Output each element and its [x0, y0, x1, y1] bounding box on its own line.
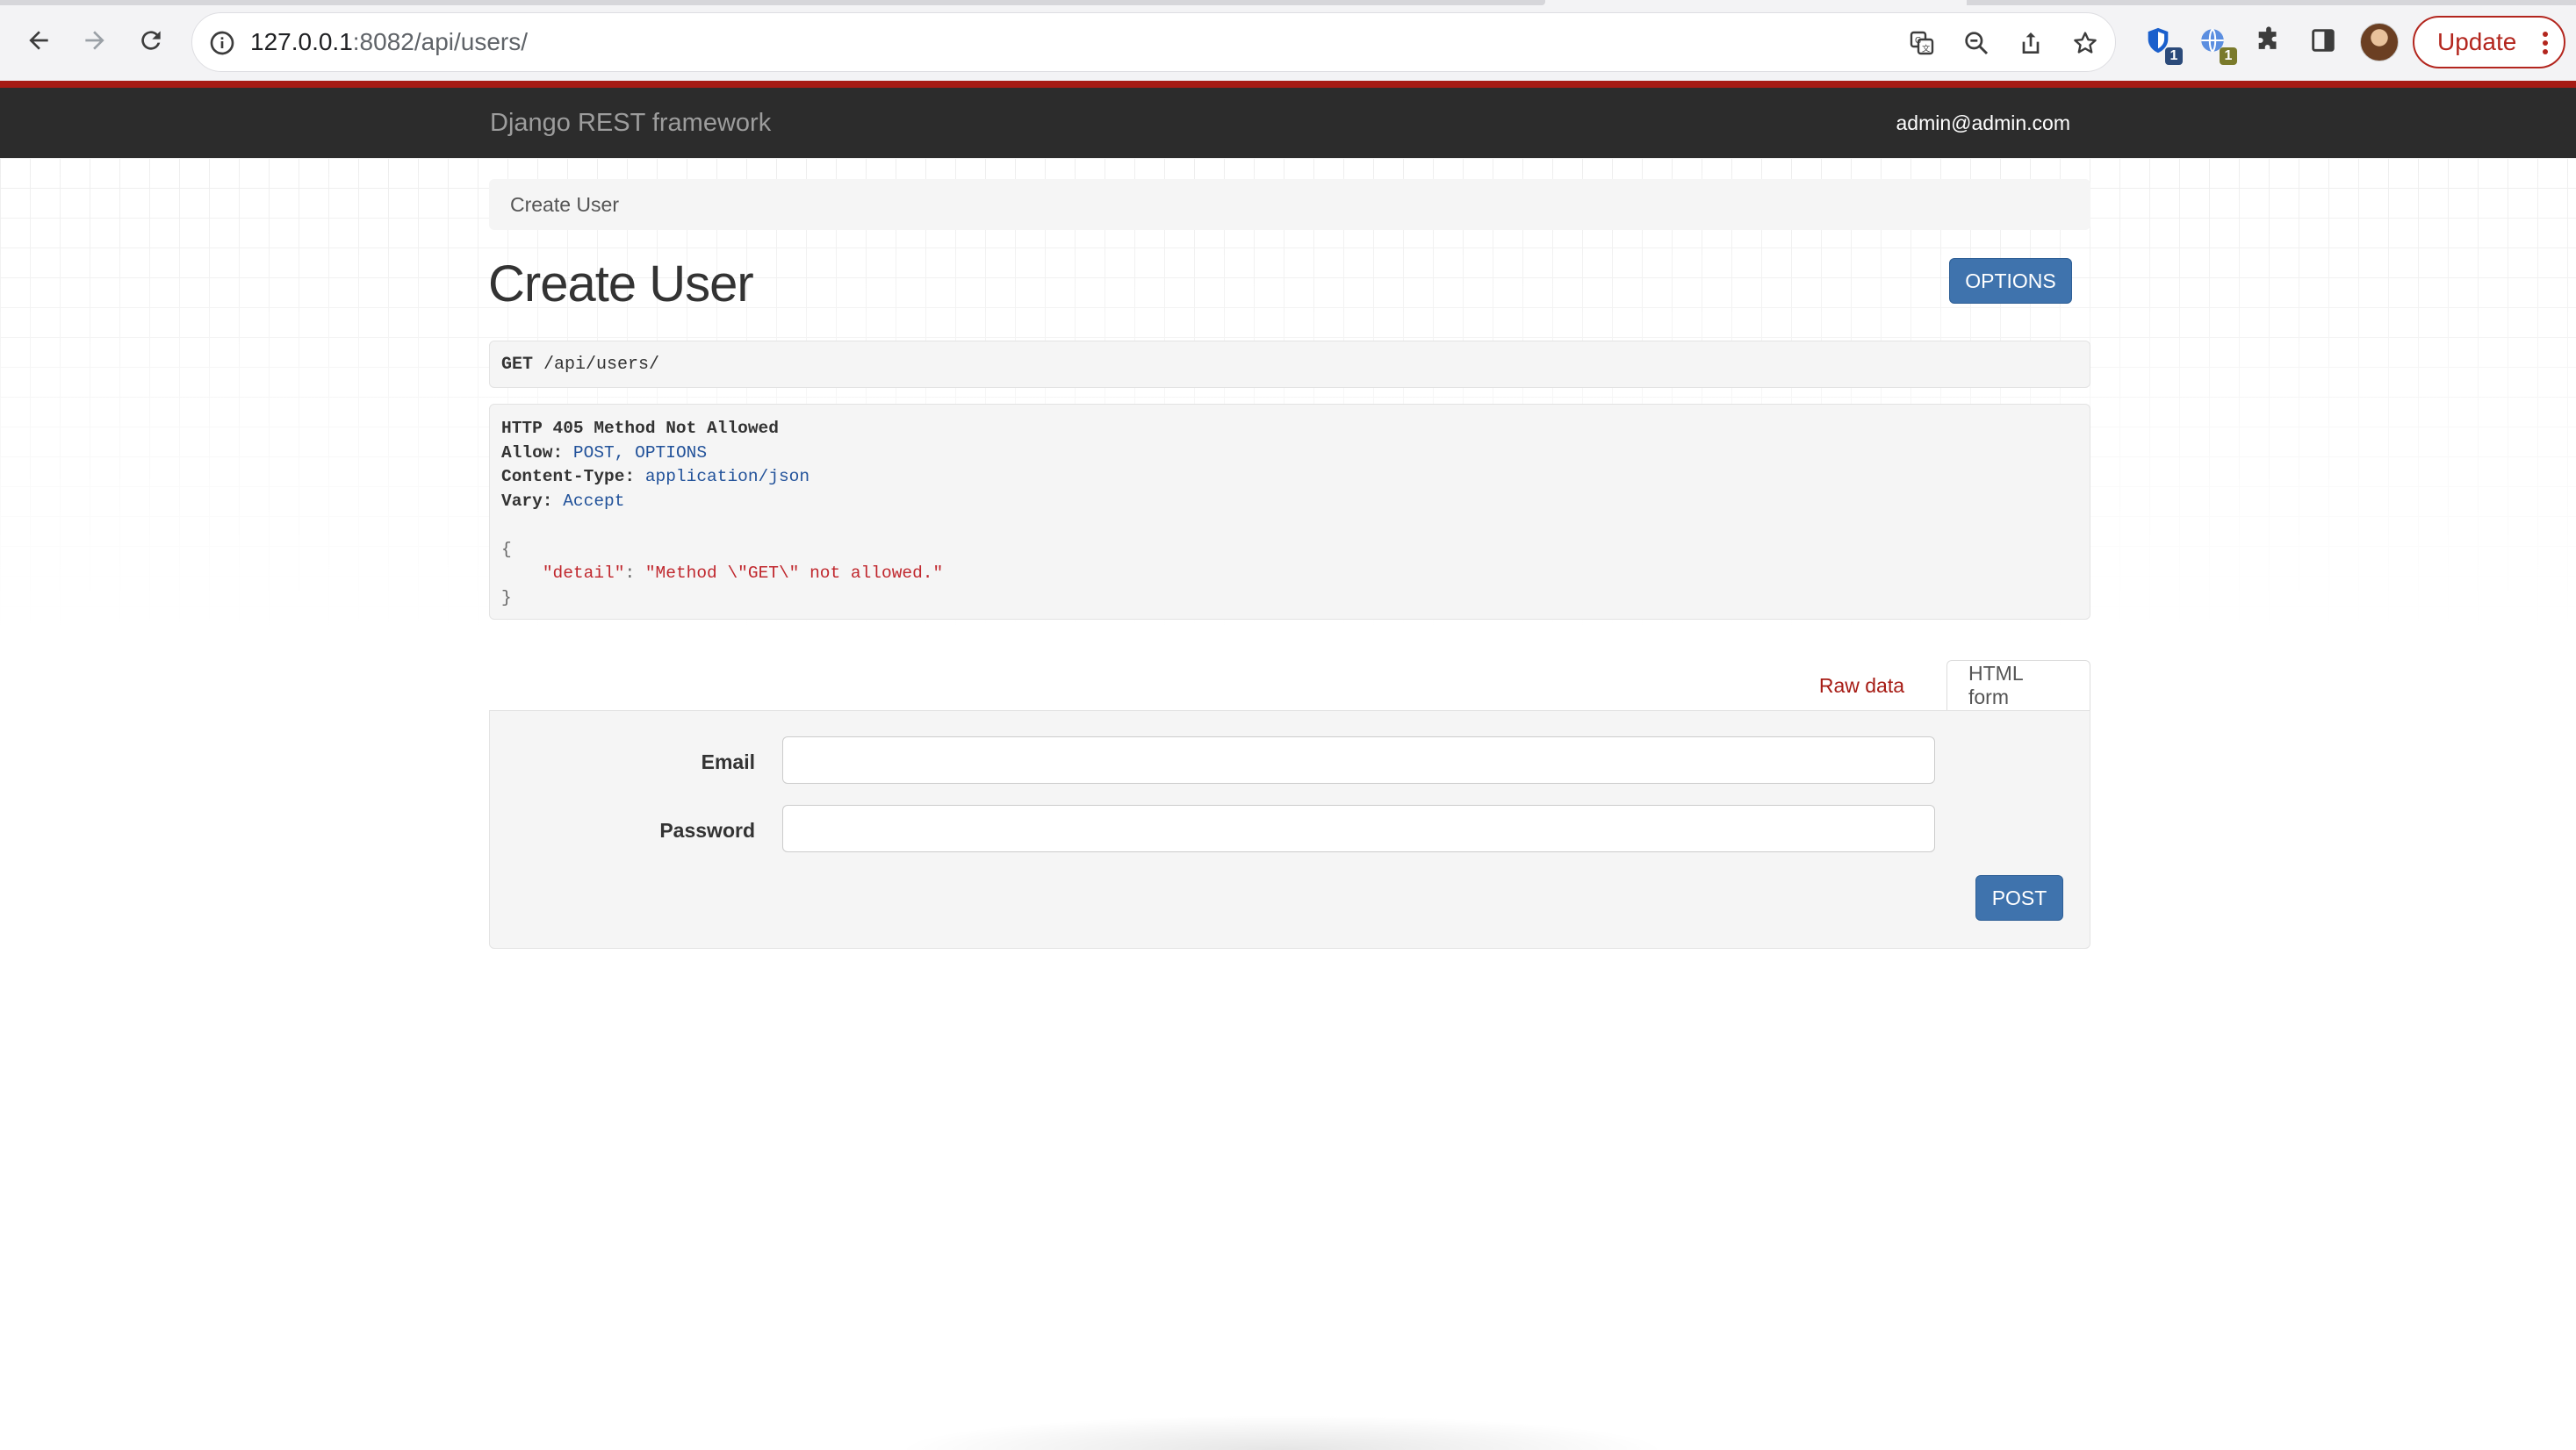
share-button[interactable] — [2013, 25, 2048, 61]
reload-icon — [141, 31, 161, 50]
breadcrumb-item-active: Create User — [510, 192, 619, 216]
json-value: "Method \"GET\" not allowed." — [644, 563, 944, 583]
options-button[interactable]: OPTIONS — [1949, 258, 2072, 304]
post-button[interactable]: POST — [1975, 875, 2063, 921]
header-value: POST, OPTIONS — [572, 442, 708, 463]
extensions-button[interactable] — [2249, 21, 2288, 60]
bookmark-button[interactable] — [2068, 25, 2103, 61]
zoom-button[interactable] — [1959, 25, 1994, 61]
update-label: Update — [2437, 28, 2517, 55]
extension-shield-button[interactable]: 1 — [2139, 21, 2183, 65]
svg-text:G: G — [1915, 36, 1921, 46]
password-label: Password — [659, 819, 755, 842]
url-host: 127.0.0.1 — [250, 28, 353, 55]
arrow-right-icon — [85, 31, 104, 50]
puzzle-icon — [2258, 26, 2277, 49]
header-name: Content-Type: — [501, 467, 636, 486]
page-title: Create User — [488, 255, 754, 312]
user-menu[interactable]: admin@admin.com — [1896, 111, 2070, 135]
page-content: Django REST framework admin@admin.com Cr… — [0, 81, 2576, 1450]
tab-html-form[interactable]: HTML form — [1946, 660, 2090, 711]
profile-avatar[interactable] — [2360, 23, 2399, 61]
response-info: HTTP 405 Method Not Allowed Allow: POST,… — [489, 404, 2090, 620]
header-name: Vary: — [501, 491, 553, 511]
more-menu-icon[interactable] — [2543, 32, 2548, 54]
json-key: "detail" — [542, 563, 625, 583]
bottom-shadow — [896, 1415, 1668, 1450]
zoom-out-icon — [1965, 32, 1989, 55]
navbar-brand[interactable]: Django REST framework — [490, 109, 771, 138]
request-method: GET — [501, 354, 534, 375]
email-label: Email — [701, 750, 755, 773]
tab-raw-data[interactable]: Raw data — [1798, 660, 1925, 711]
json-brace-close: } — [501, 587, 512, 607]
header-name: Allow: — [501, 442, 564, 463]
navbar: Django REST framework admin@admin.com — [0, 81, 2576, 158]
forward-button[interactable] — [74, 19, 116, 61]
form-tabs: Raw data HTML form — [489, 660, 2090, 711]
update-button[interactable]: Update — [2413, 16, 2565, 68]
breadcrumb: Create User — [489, 179, 2090, 230]
address-bar[interactable]: 127.0.0.1:8082/api/users/ G文 — [191, 12, 2116, 72]
extension-badge: 1 — [2165, 47, 2183, 65]
star-icon — [2074, 32, 2097, 54]
url-path: :8082/api/users/ — [352, 28, 529, 55]
translate-button[interactable]: G文 — [1904, 25, 1939, 61]
tab-strip — [0, 0, 1545, 5]
svg-text:文: 文 — [1922, 43, 1930, 54]
info-icon[interactable] — [208, 29, 236, 57]
side-panel-icon — [2312, 29, 2335, 52]
create-user-form: Email Password POST — [489, 710, 2090, 949]
tab-strip-right — [1967, 0, 2576, 5]
email-field[interactable] — [782, 736, 1935, 784]
browser-toolbar: 127.0.0.1:8082/api/users/ G文 1 1 Update — [0, 0, 2576, 81]
url-text[interactable]: 127.0.0.1:8082/api/users/ — [250, 28, 528, 56]
json-brace-open: { — [501, 539, 512, 559]
side-panel-button[interactable] — [2304, 21, 2342, 60]
request-path: /api/users/ — [543, 354, 660, 375]
password-field[interactable] — [782, 805, 1935, 852]
share-icon — [2022, 32, 2040, 54]
reload-button[interactable] — [130, 19, 172, 61]
translate-icon: G文 — [1910, 31, 1934, 55]
header-value: Accept — [563, 491, 625, 511]
response-status: HTTP 405 Method Not Allowed — [501, 419, 779, 438]
header-value: application/json — [644, 467, 810, 486]
json-colon: : — [624, 563, 645, 583]
arrow-left-icon — [29, 31, 48, 50]
extension-badge: 1 — [2220, 47, 2237, 65]
extension-globe-button[interactable]: 1 — [2193, 21, 2237, 65]
request-info: GET /api/users/ — [489, 341, 2090, 388]
back-button[interactable] — [18, 19, 60, 61]
